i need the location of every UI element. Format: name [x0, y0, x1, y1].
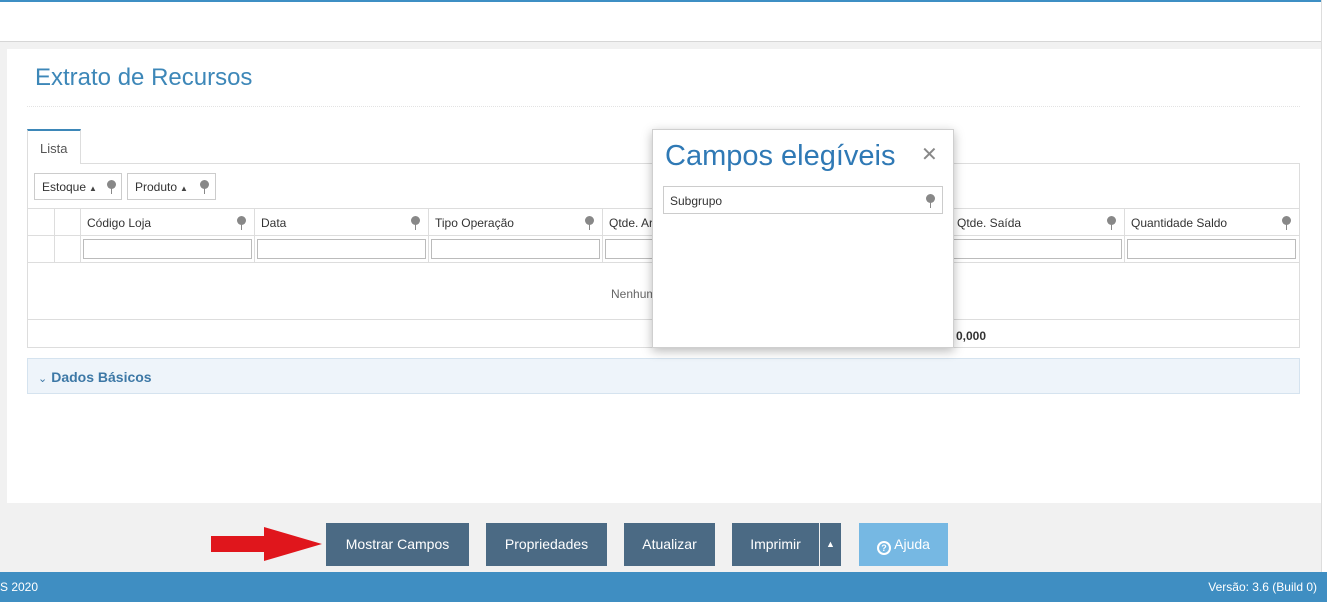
pin-icon[interactable]: [411, 216, 420, 230]
status-version: Versão: 3.6 (Build 0): [1208, 580, 1317, 594]
column-header-qtde-saida[interactable]: Qtde. Saída: [950, 209, 1124, 236]
column-header-data[interactable]: Data: [254, 209, 428, 236]
tab-lista[interactable]: Lista: [27, 129, 81, 164]
page-title: Extrato de Recursos: [35, 64, 253, 91]
red-arrow-shaft: [211, 536, 269, 552]
group-chip-produto[interactable]: Produto ▲: [127, 173, 216, 200]
field-chip-subgrupo[interactable]: Subgrupo: [663, 186, 943, 214]
pin-icon[interactable]: [585, 216, 594, 230]
ajuda-label: Ajuda: [894, 536, 930, 552]
column-header-label: Qtde. Ar: [609, 216, 654, 230]
filter-cell: [254, 236, 428, 262]
pin-icon[interactable]: [237, 216, 246, 230]
status-copyright: S 2020: [0, 580, 39, 594]
filter-cell: [950, 236, 1124, 262]
chevron-down-icon: ⌄: [38, 373, 48, 385]
imprimir-dropdown-toggle[interactable]: ▲: [820, 523, 841, 566]
right-scroll-edge: [1321, 0, 1327, 602]
campos-elegiveis-popup: Campos elegíveis ✕ Subgrupo: [652, 129, 954, 348]
help-circle-icon: ?: [877, 541, 892, 555]
sort-asc-icon[interactable]: ▲: [180, 184, 188, 193]
sort-asc-icon[interactable]: ▲: [89, 184, 97, 193]
column-header-quantidade-saldo[interactable]: Quantidade Saldo: [1124, 209, 1299, 236]
pin-icon[interactable]: [926, 194, 935, 208]
filter-input-data[interactable]: [257, 239, 426, 259]
filter-spacer: [28, 236, 54, 262]
filter-input-qtde-saida[interactable]: [953, 239, 1122, 259]
group-chip-label: Produto: [135, 180, 178, 194]
pin-icon[interactable]: [1107, 216, 1116, 230]
column-header-label: Data: [261, 216, 287, 230]
filter-cell: [428, 236, 602, 262]
close-icon[interactable]: ✕: [921, 142, 938, 167]
imprimir-button[interactable]: Imprimir: [732, 523, 819, 566]
filter-spacer: [54, 236, 80, 262]
filter-cell: [1124, 236, 1299, 262]
filter-input-codigo-loja[interactable]: [83, 239, 252, 259]
popup-title: Campos elegíveis: [665, 140, 896, 172]
propriedades-button[interactable]: Propriedades: [486, 523, 607, 566]
column-header-codigo-loja[interactable]: Código Loja: [80, 209, 254, 236]
ajuda-button[interactable]: ? Ajuda: [859, 523, 948, 566]
header-spacer: [28, 209, 54, 236]
mostrar-campos-button[interactable]: Mostrar Campos: [326, 523, 469, 566]
no-data-message: Nenhum: [611, 287, 657, 301]
group-chip-estoque[interactable]: Estoque ▲: [34, 173, 122, 200]
atualizar-button[interactable]: Atualizar: [624, 523, 715, 566]
column-header-label: Código Loja: [87, 216, 152, 230]
status-bar: S 2020 Versão: 3.6 (Build 0): [0, 572, 1327, 602]
column-header-tipo-operacao[interactable]: Tipo Operação: [428, 209, 602, 236]
header-spacer: [54, 209, 80, 236]
column-header-label: Tipo Operação: [435, 216, 514, 230]
filter-input-quantidade-saldo[interactable]: [1127, 239, 1296, 259]
total-value: 0,000: [956, 329, 987, 343]
top-bar: [0, 0, 1327, 42]
filter-cell: [80, 236, 254, 262]
column-header-label: Quantidade Saldo: [1131, 216, 1228, 230]
red-arrow-icon: [264, 527, 322, 561]
pin-icon[interactable]: [200, 180, 209, 194]
accordion-dados-basicos[interactable]: ⌄ Dados Básicos: [27, 358, 1300, 394]
accordion-label: Dados Básicos: [51, 369, 152, 385]
column-header-label: Qtde. Saída: [957, 216, 1022, 230]
field-chip-label: Subgrupo: [670, 194, 723, 208]
pin-icon[interactable]: [1282, 216, 1291, 230]
title-separator: [27, 106, 1300, 107]
group-chip-label: Estoque: [42, 180, 87, 194]
pin-icon[interactable]: [107, 180, 116, 194]
filter-input-tipo-operacao[interactable]: [431, 239, 600, 259]
